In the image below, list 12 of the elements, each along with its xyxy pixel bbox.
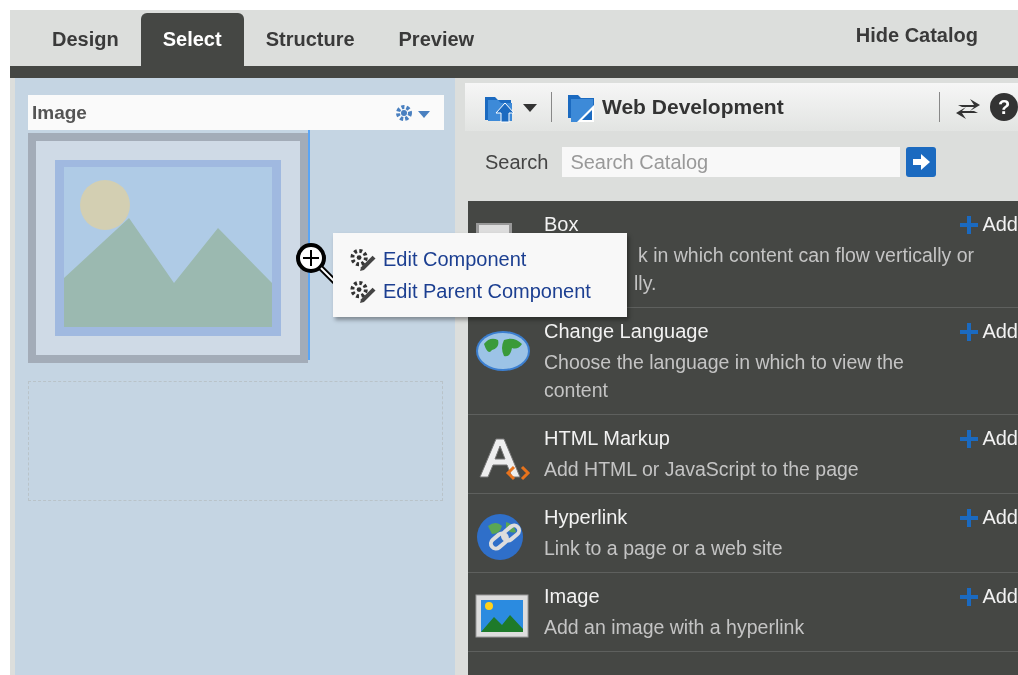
item-title: HTML Markup	[544, 426, 671, 451]
item-description: k in which content can flow vertically or	[637, 243, 974, 268]
component-title: Image	[32, 101, 87, 124]
item-title: Hyperlink	[544, 505, 629, 530]
search-label: Search	[485, 150, 549, 174]
item-title: Change Language	[544, 319, 710, 344]
item-title: Image	[544, 584, 601, 609]
item-description: Add HTML or JavaScript to the page	[544, 457, 860, 482]
item-description: Link to a page or a web site	[544, 536, 784, 561]
item-description: Add an image with a hyperlink	[544, 615, 806, 640]
item-title: Box	[544, 212, 580, 237]
item-description: Choose the language in which to view the content	[544, 350, 905, 403]
